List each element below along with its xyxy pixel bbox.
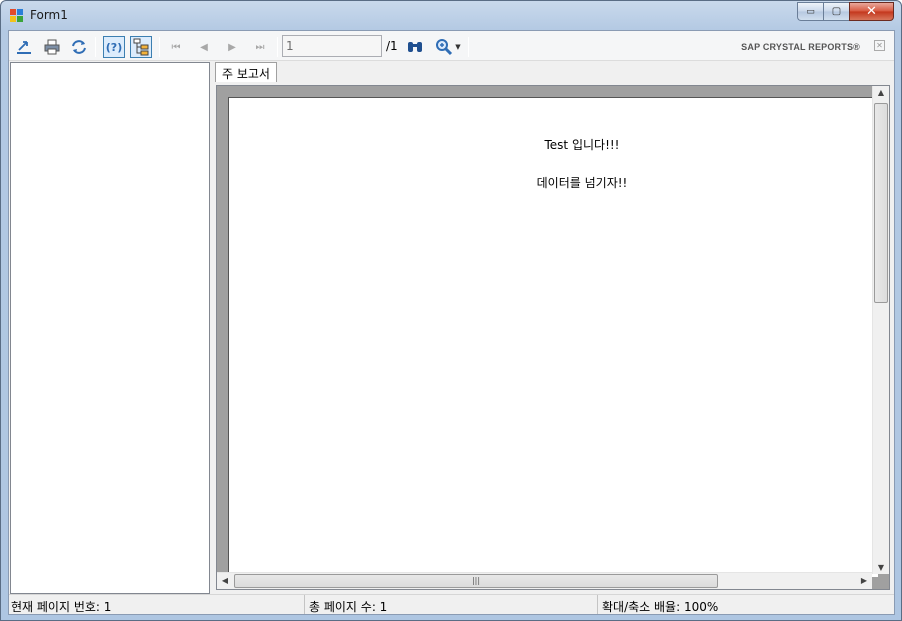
refresh-icon — [72, 40, 86, 54]
report-viewport[interactable]: Test 입니다!!! 데이터를 넘기자!! ▲ ▼ ◀ ||| ▶ — [216, 85, 890, 590]
page-number-input[interactable] — [282, 35, 382, 57]
report-page: Test 입니다!!! 데이터를 넘기자!! — [228, 97, 878, 577]
zoom-button[interactable]: ▼ — [432, 36, 464, 58]
next-page-icon: ▶ — [228, 41, 236, 53]
zoom-status: 확대/축소 배율: 100% — [602, 600, 719, 614]
app-window: Form1 ▭ ▢ ✕ (?) ⏮ ◀ ▶ ⏭ 1 /1 ▼ SAP CRYST… — [0, 0, 902, 621]
page-total-label: /1 — [386, 39, 398, 53]
first-page-icon: ⏮ — [171, 41, 181, 53]
first-page-button[interactable]: ⏮ — [165, 36, 187, 58]
app-icon — [10, 9, 24, 23]
next-page-button[interactable]: ▶ — [221, 36, 243, 58]
refresh-button[interactable] — [68, 36, 90, 58]
horizontal-scroll-thumb[interactable]: ||| — [234, 574, 718, 588]
zoom-icon — [436, 39, 453, 56]
print-button[interactable] — [41, 36, 63, 58]
close-button[interactable]: ✕ — [849, 2, 894, 21]
report-toolbar: (?) ⏮ ◀ ▶ ⏭ /1 — [9, 31, 894, 61]
status-bar: 현재 페이지 번호: 1 총 페이지 수: 1 확대/축소 배율: 100% — [9, 594, 894, 614]
help-button[interactable]: (?) — [103, 36, 125, 58]
toolbar-separator — [468, 37, 469, 57]
minimize-icon: ▭ — [806, 6, 815, 17]
minimize-button[interactable]: ▭ — [797, 2, 823, 21]
report-text-line: 데이터를 넘기자!! — [536, 176, 628, 190]
title-bar[interactable]: Form1 ▭ ▢ ✕ — [1, 1, 901, 31]
caption-buttons: ▭ ▢ ✕ — [797, 2, 894, 21]
vertical-scroll-thumb[interactable] — [874, 103, 888, 303]
toolbar-separator — [159, 37, 160, 57]
scroll-down-icon[interactable]: ▼ — [873, 563, 889, 572]
total-pages-status: 총 페이지 수: 1 — [305, 595, 598, 614]
help-icon: (?) — [105, 40, 123, 54]
find-text-button[interactable] — [404, 36, 426, 58]
toolbar-separator — [277, 37, 278, 57]
chevron-down-icon: ▼ — [455, 43, 461, 51]
horizontal-scrollbar[interactable]: ◀ ||| ▶ — [217, 572, 872, 589]
print-icon — [44, 39, 60, 55]
group-tree-icon — [133, 38, 149, 56]
previous-page-button[interactable]: ◀ — [193, 36, 215, 58]
maximize-icon: ▢ — [831, 6, 842, 17]
binoculars-icon — [408, 42, 422, 52]
group-tree-panel[interactable] — [10, 62, 210, 594]
close-icon: ✕ — [876, 40, 883, 50]
scroll-left-icon[interactable]: ◀ — [217, 576, 233, 585]
last-page-icon: ⏭ — [255, 41, 265, 53]
report-text-line: Test 입니다!!! — [544, 138, 620, 152]
toolbar-separator — [95, 37, 96, 57]
last-page-button[interactable]: ⏭ — [249, 36, 271, 58]
client-area: (?) ⏮ ◀ ▶ ⏭ /1 — [8, 30, 895, 615]
close-toolbar-button[interactable]: ✕ — [874, 40, 885, 51]
maximize-button[interactable]: ▢ — [823, 2, 849, 21]
export-icon — [17, 41, 31, 54]
vertical-scrollbar[interactable]: ▲ ▼ — [872, 86, 889, 574]
window-title: Form1 — [30, 8, 68, 22]
scroll-up-icon[interactable]: ▲ — [873, 88, 889, 97]
scroll-right-icon[interactable]: ▶ — [856, 576, 872, 585]
export-button[interactable] — [13, 36, 35, 58]
brand-label: SAP CRYSTAL REPORTS® — [741, 42, 860, 52]
current-page-status: 현재 페이지 번호: 1 — [9, 595, 305, 614]
tab-main-report[interactable]: 주 보고서 — [215, 62, 277, 82]
close-icon: ✕ — [866, 4, 877, 19]
previous-page-icon: ◀ — [200, 41, 208, 53]
tab-label: 주 보고서 — [222, 67, 270, 81]
toggle-group-tree-button[interactable] — [130, 36, 152, 58]
